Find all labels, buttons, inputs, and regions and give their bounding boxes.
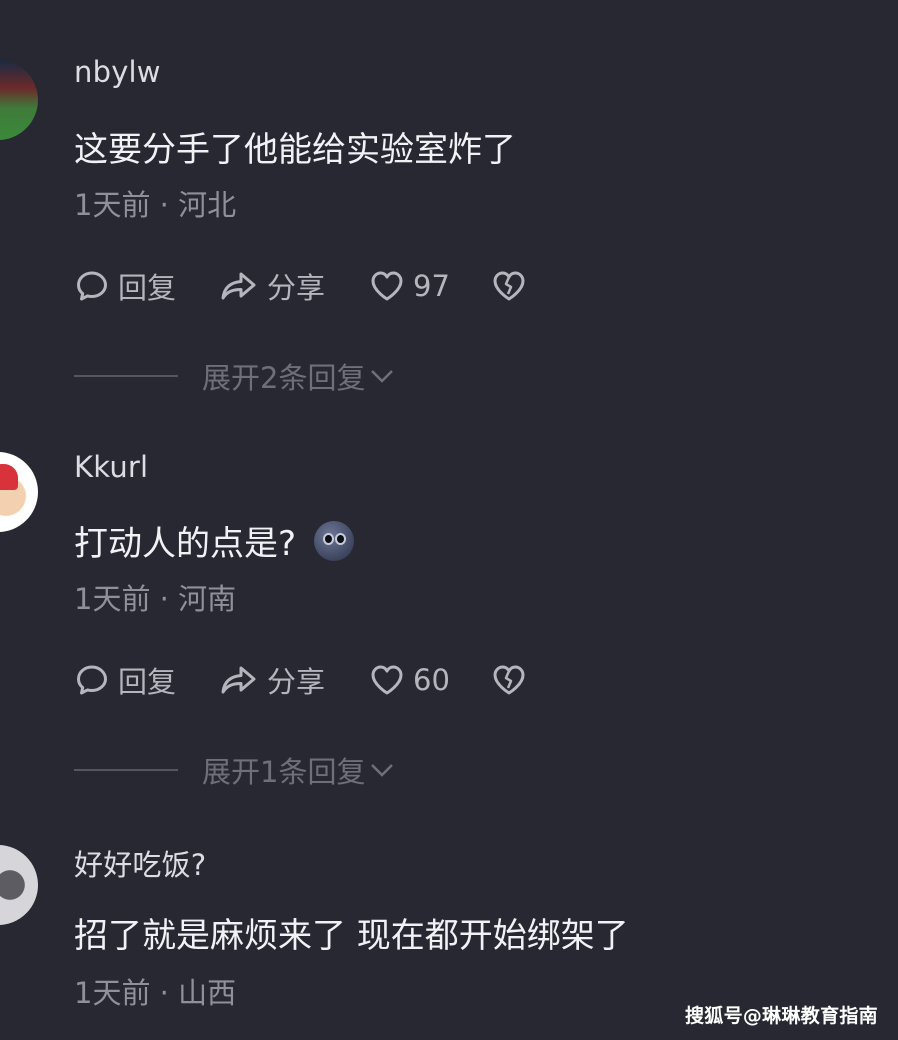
share-button[interactable]: 分享 xyxy=(219,659,369,701)
comment-meta: 1天前 · 山西 xyxy=(74,976,237,1010)
broken-heart-icon xyxy=(493,271,525,301)
dislike-button[interactable] xyxy=(491,268,527,304)
comment-username[interactable]: nbylw xyxy=(74,55,161,89)
expand-replies-button[interactable]: 展开1条回复 xyxy=(74,752,395,789)
reply-button[interactable]: 回复 xyxy=(74,659,219,701)
heart-icon xyxy=(371,665,403,695)
share-arrow-icon xyxy=(221,272,256,300)
moon-face-emoji-icon xyxy=(314,521,355,561)
comment-username[interactable]: Kkurl xyxy=(74,450,148,484)
broken-heart-icon xyxy=(493,665,525,695)
like-button[interactable]: 60 xyxy=(369,662,491,698)
comment-text: 打动人的点是? xyxy=(74,516,355,565)
comment-username[interactable]: 好好吃饭? xyxy=(74,842,206,884)
share-button[interactable]: 分享 xyxy=(219,265,369,307)
like-count: 60 xyxy=(413,663,450,697)
heart-icon xyxy=(371,271,403,301)
comment-actions: 回复 分享 60 xyxy=(74,660,527,700)
dislike-button[interactable] xyxy=(491,662,527,698)
chevron-down-icon xyxy=(371,370,394,383)
share-arrow-icon xyxy=(221,666,256,694)
comment-text: 这要分手了他能给实验室炸了 xyxy=(74,130,516,170)
like-button[interactable]: 97 xyxy=(369,268,491,304)
expand-replies-button[interactable]: 展开2条回复 xyxy=(74,358,395,395)
reply-label: 回复 xyxy=(118,271,177,305)
reply-button[interactable]: 回复 xyxy=(74,265,219,307)
comment-meta: 1天前 · 河南 xyxy=(74,582,237,616)
comment-text: 招了就是麻烦来了 现在都开始绑架了 xyxy=(74,916,629,956)
avatar[interactable] xyxy=(0,452,38,532)
expand-replies-label: 展开2条回复 xyxy=(202,361,366,395)
comment-meta: 1天前 · 河北 xyxy=(74,188,237,222)
share-label: 分享 xyxy=(267,271,326,305)
divider-line xyxy=(74,375,178,377)
share-label: 分享 xyxy=(267,665,326,699)
reply-label: 回复 xyxy=(118,665,177,699)
avatar[interactable] xyxy=(0,845,38,925)
watermark: 搜狐号@琳琳教育指南 xyxy=(684,1005,878,1027)
comment-text-body: 打动人的点是? xyxy=(74,524,297,564)
divider-line xyxy=(74,769,178,771)
expand-replies-label: 展开1条回复 xyxy=(202,755,366,789)
comment-actions: 回复 分享 97 xyxy=(74,266,527,306)
chevron-down-icon xyxy=(371,764,394,777)
avatar[interactable] xyxy=(0,60,38,140)
like-count: 97 xyxy=(413,269,450,303)
comment-bubble-icon xyxy=(77,271,107,301)
comment-bubble-icon xyxy=(77,665,107,695)
